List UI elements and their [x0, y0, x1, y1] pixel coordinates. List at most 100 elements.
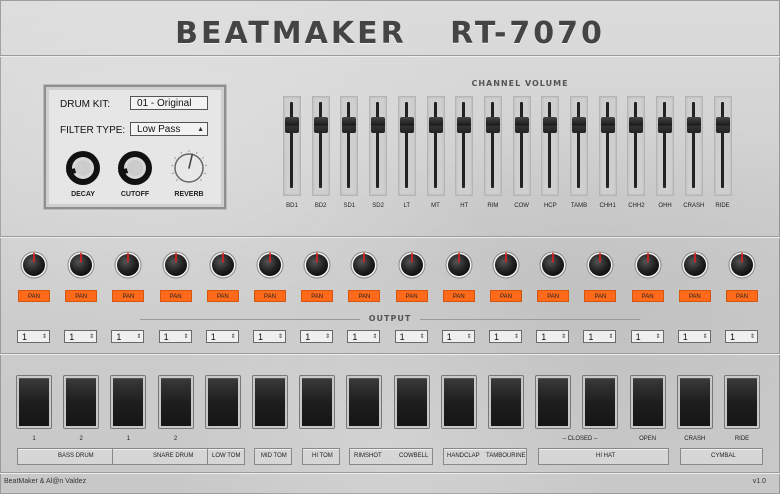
fader-handle[interactable] — [371, 117, 386, 134]
volume-fader-hcp[interactable] — [540, 96, 560, 196]
drum-pad-7[interactable] — [300, 376, 335, 428]
fader-handle[interactable] — [543, 117, 558, 134]
fader-handle[interactable] — [629, 117, 644, 134]
drum-kit-select[interactable]: 01 - Original — [130, 96, 208, 110]
pan-knob-5[interactable] — [208, 250, 238, 280]
pan-button-10[interactable]: PAN — [442, 290, 475, 302]
drum-pad-6[interactable] — [253, 376, 287, 428]
fader-handle[interactable] — [457, 117, 472, 134]
filter-type-select[interactable]: Low Pass ▲ — [130, 122, 208, 136]
pan-knob-7[interactable] — [302, 250, 332, 280]
output-select-9[interactable]: 1 ⇕ — [394, 330, 428, 343]
output-select-7[interactable]: 1 ⇕ — [300, 330, 334, 343]
volume-fader-ohh[interactable] — [655, 96, 675, 196]
pan-button-3[interactable]: PAN — [112, 290, 145, 302]
pan-button-9[interactable]: PAN — [395, 290, 428, 302]
output-select-13[interactable]: 1 ⇕ — [583, 330, 617, 343]
volume-fader-sd1[interactable] — [339, 96, 359, 196]
fader-handle[interactable] — [285, 117, 299, 134]
fader-handle[interactable] — [514, 117, 529, 134]
volume-fader-ride[interactable] — [713, 96, 733, 196]
pan-knob-6[interactable] — [255, 250, 285, 280]
pan-knob-3[interactable] — [113, 250, 143, 280]
volume-fader-chh1[interactable] — [598, 96, 618, 196]
drum-pad-13[interactable] — [583, 376, 618, 428]
pan-knob-11[interactable] — [491, 250, 521, 280]
volume-fader-mt[interactable] — [426, 96, 446, 196]
pan-knob-13[interactable] — [585, 250, 615, 280]
output-select-8[interactable]: 1 ⇕ — [347, 330, 381, 343]
pan-button-15[interactable]: PAN — [678, 290, 711, 302]
pan-button-6[interactable]: PAN — [254, 290, 286, 302]
pan-button-7[interactable]: PAN — [301, 290, 334, 302]
fader-handle[interactable] — [658, 117, 673, 134]
drum-pad-4[interactable] — [158, 376, 193, 428]
fader-handle[interactable] — [342, 117, 357, 134]
drum-pad-2[interactable] — [64, 376, 99, 428]
drum-pad-11[interactable] — [489, 376, 523, 428]
fader-handle[interactable] — [686, 117, 701, 134]
volume-fader-chh2[interactable] — [626, 96, 646, 196]
pan-button-5[interactable]: PAN — [206, 290, 239, 302]
pan-knob-1[interactable] — [19, 250, 49, 280]
pan-knob-8[interactable] — [349, 250, 379, 280]
drum-pad-5[interactable] — [205, 376, 240, 428]
drum-pad-8[interactable] — [347, 376, 382, 428]
pan-knob-16[interactable] — [727, 250, 757, 280]
pan-button-11[interactable]: PAN — [490, 290, 522, 302]
fader-handle[interactable] — [572, 117, 586, 134]
pan-knob-4[interactable] — [161, 250, 191, 280]
volume-fader-bd2[interactable] — [311, 96, 331, 196]
volume-fader-cow[interactable] — [512, 96, 532, 196]
pan-button-12[interactable]: PAN — [537, 290, 570, 302]
fader-handle[interactable] — [428, 117, 443, 134]
output-select-2[interactable]: 1 ⇕ — [64, 330, 98, 343]
output-select-4[interactable]: 1 ⇕ — [158, 330, 192, 343]
kit-knob-cutoff[interactable] — [116, 149, 154, 187]
pan-button-16[interactable]: PAN — [726, 290, 758, 302]
drum-pad-3[interactable] — [111, 376, 146, 428]
pan-knob-9[interactable] — [397, 250, 427, 280]
output-select-14[interactable]: 1 ⇕ — [630, 330, 664, 343]
drum-pad-1[interactable] — [17, 376, 51, 428]
output-select-11[interactable]: 1 ⇕ — [489, 330, 522, 343]
output-select-1[interactable]: 1 ⇕ — [17, 330, 50, 343]
pan-knob-10[interactable] — [444, 250, 474, 280]
fader-handle[interactable] — [399, 117, 414, 134]
pan-knob-15[interactable] — [680, 250, 710, 280]
output-select-15[interactable]: 1 ⇕ — [677, 330, 711, 343]
pan-button-14[interactable]: PAN — [631, 290, 664, 302]
kit-knob-decay[interactable] — [64, 149, 102, 187]
volume-fader-tamb[interactable] — [569, 96, 589, 196]
pan-button-8[interactable]: PAN — [348, 290, 381, 302]
output-select-5[interactable]: 1 ⇕ — [205, 330, 239, 343]
output-select-3[interactable]: 1 ⇕ — [111, 330, 145, 343]
output-select-10[interactable]: 1 ⇕ — [441, 330, 475, 343]
volume-fader-sd2[interactable] — [368, 96, 388, 196]
pan-knob-2[interactable] — [66, 250, 96, 280]
volume-fader-bd1[interactable] — [282, 96, 302, 196]
output-select-12[interactable]: 1 ⇕ — [536, 330, 570, 343]
pan-knob-14[interactable] — [633, 250, 663, 280]
drum-pad-10[interactable] — [441, 376, 476, 428]
fader-handle[interactable] — [313, 117, 328, 134]
pan-button-2[interactable]: PAN — [65, 290, 98, 302]
volume-fader-crash[interactable] — [684, 96, 704, 196]
output-select-6[interactable]: 1 ⇕ — [253, 330, 286, 343]
pan-button-4[interactable]: PAN — [159, 290, 192, 302]
drum-pad-14[interactable] — [630, 376, 665, 428]
drum-pad-12[interactable] — [536, 376, 571, 428]
pan-button-13[interactable]: PAN — [584, 290, 617, 302]
drum-pad-15[interactable] — [677, 376, 712, 428]
drum-pad-16[interactable] — [725, 376, 759, 428]
volume-fader-ht[interactable] — [454, 96, 474, 196]
volume-fader-rim[interactable] — [483, 96, 503, 196]
volume-fader-lt[interactable] — [397, 96, 417, 196]
fader-handle[interactable] — [485, 117, 500, 134]
pan-knob-12[interactable] — [538, 250, 568, 280]
fader-handle[interactable] — [715, 117, 730, 134]
output-select-16[interactable]: 1 ⇕ — [725, 330, 758, 343]
pan-button-1[interactable]: PAN — [18, 290, 50, 302]
fader-handle[interactable] — [600, 117, 615, 134]
drum-pad-9[interactable] — [394, 376, 429, 428]
